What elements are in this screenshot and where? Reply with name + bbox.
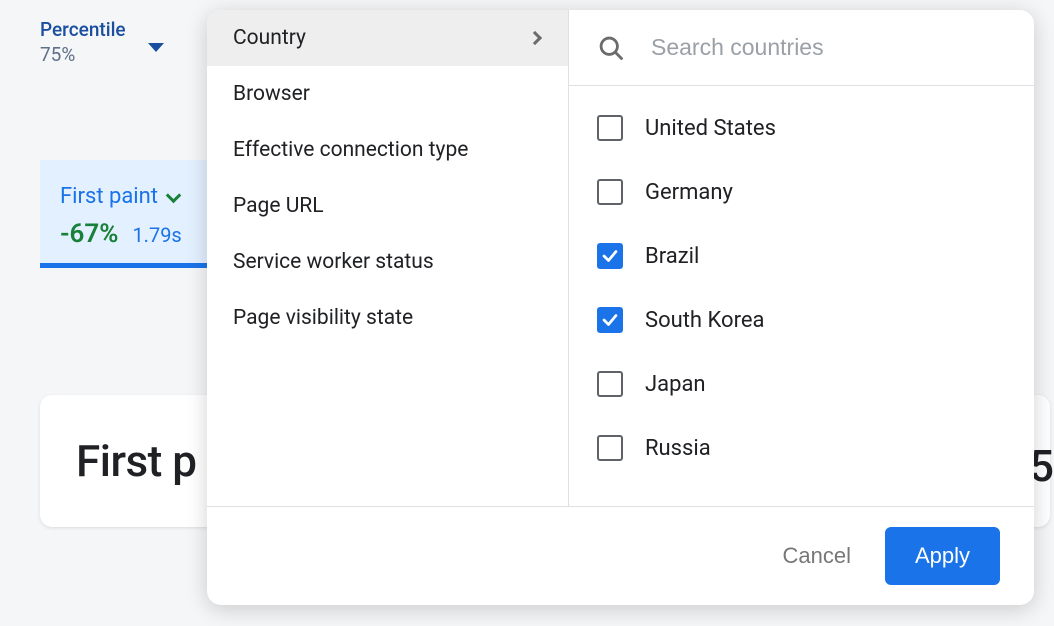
filter-category-item[interactable]: Page visibility state [207,290,568,346]
filter-option-label: South Korea [645,308,764,333]
metric-delta: -67% [60,219,118,249]
search-row [569,10,1034,86]
checkbox[interactable] [597,115,623,141]
chevron-right-icon [528,31,542,45]
filter-option[interactable]: Germany [597,160,1034,224]
filter-option-label: United States [645,116,776,141]
filter-option-label: Russia [645,436,711,461]
filter-panel-footer: Cancel Apply [207,506,1034,605]
filter-options-list: United States Germany Brazil South Korea Jap… [569,86,1034,480]
checkbox[interactable] [597,179,623,205]
trend-down-icon [166,188,182,204]
filter-option-label: Japan [645,372,706,397]
filter-category-label: Country [233,26,306,50]
filter-option[interactable]: Brazil [597,224,1034,288]
filter-option[interactable]: United States [597,96,1034,160]
filter-values-pane: United States Germany Brazil South Korea Jap… [569,10,1034,506]
caret-down-icon [148,43,164,52]
filter-category-label: Browser [233,82,310,106]
percentile-label: Percentile [40,18,126,41]
filter-category-item[interactable]: Effective connection type [207,122,568,178]
checkbox[interactable] [597,435,623,461]
filter-category-label: Page URL [233,194,324,218]
percentile-value: 75% [40,43,126,66]
filter-category-item[interactable]: Page URL [207,178,568,234]
search-input[interactable] [651,34,1006,61]
cancel-button[interactable]: Cancel [782,543,850,569]
filter-option[interactable]: South Korea [597,288,1034,352]
search-icon [597,34,625,62]
filter-category-label: Page visibility state [233,306,413,330]
checkbox[interactable] [597,371,623,397]
filter-category-item[interactable]: Country [207,10,568,66]
apply-button[interactable]: Apply [885,527,1000,585]
filter-option-label: Brazil [645,244,699,269]
filter-category-item[interactable]: Browser [207,66,568,122]
metric-time: 1.79s [132,223,181,247]
filter-option[interactable]: Japan [597,352,1034,416]
filter-category-list: Country Browser Effective connection type P… [207,10,569,506]
checkbox[interactable] [597,243,623,269]
filter-option-label: Germany [645,180,733,205]
filter-category-item[interactable]: Service worker status [207,234,568,290]
metric-title: First paint [60,184,158,209]
filter-category-label: Service worker status [233,250,434,274]
filter-option[interactable]: Russia [597,416,1034,480]
filter-category-label: Effective connection type [233,138,468,162]
filter-panel: Country Browser Effective connection type P… [207,10,1034,605]
checkbox[interactable] [597,307,623,333]
